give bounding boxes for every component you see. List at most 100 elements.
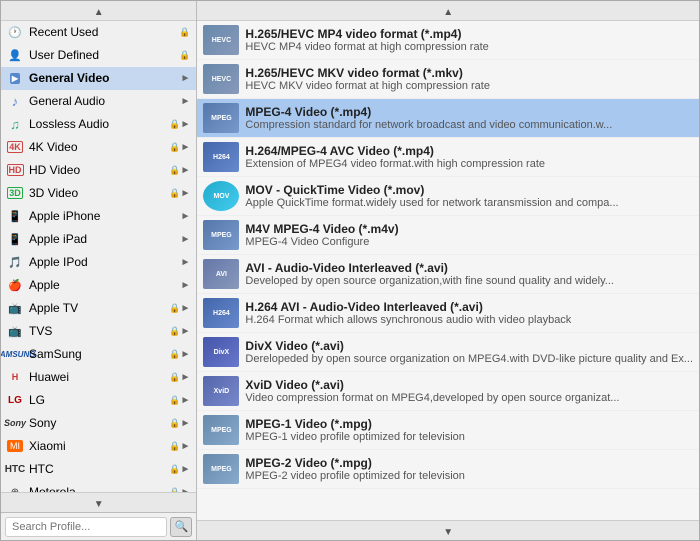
sidebar-item-sony[interactable]: SonySony🔒► — [1, 412, 196, 435]
sidebar-item-apple-ipod[interactable]: 🎵Apple IPod► — [1, 251, 196, 274]
sidebar-item-label: Huawei — [29, 370, 167, 384]
sidebar-item-apple[interactable]: 🍎Apple► — [1, 274, 196, 297]
left-scroll-down[interactable] — [1, 492, 196, 512]
sidebar-item-label: Apple — [29, 278, 181, 292]
format-desc: MPEG-1 video profile optimized for telev… — [245, 431, 693, 443]
sidebar-item-label: User Defined — [29, 48, 177, 62]
arrow-right-icon: ► — [181, 119, 191, 130]
format-desc: Video compression format on MPEG4,develo… — [245, 392, 693, 404]
list-item[interactable]: MPEGMPEG-4 Video (*.mp4)Compression stan… — [197, 99, 699, 138]
lock-icon: 🔒 — [169, 395, 180, 406]
search-bar: 🔍 — [1, 512, 196, 540]
left-list: 🕐Recent Used🔒👤User Defined🔒▶General Vide… — [1, 21, 196, 492]
sidebar-item-lossless-audio[interactable]: ♫Lossless Audio🔒► — [1, 113, 196, 136]
list-item[interactable]: MPEGMPEG-2 Video (*.mpg)MPEG-2 video pro… — [197, 450, 699, 489]
huawei-icon: H — [5, 369, 25, 385]
lock-icon: 🔒 — [169, 303, 180, 314]
sidebar-item-apple-tv[interactable]: 📺Apple TV🔒► — [1, 297, 196, 320]
list-item[interactable]: MPEGMPEG-1 Video (*.mpg)MPEG-1 video pro… — [197, 411, 699, 450]
sidebar-item-label: Apple IPod — [29, 255, 181, 269]
lock-icon: 🔒 — [169, 119, 180, 130]
lock-icon: 🔒 — [169, 349, 180, 360]
format-icon: MOV — [203, 181, 239, 211]
format-text: MPEG-2 Video (*.mpg)MPEG-2 video profile… — [245, 456, 693, 482]
format-title: XviD Video (*.avi) — [245, 378, 693, 392]
sidebar-item-xiaomi[interactable]: MIXiaomi🔒► — [1, 435, 196, 458]
sidebar-item-htc[interactable]: HTCHTC🔒► — [1, 458, 196, 481]
sidebar-item-general-audio[interactable]: ♪General Audio► — [1, 90, 196, 113]
search-input[interactable] — [5, 517, 167, 537]
sidebar-item-3d-video[interactable]: 3D3D Video🔒► — [1, 182, 196, 205]
list-item[interactable]: HEVCH.265/HEVC MKV video format (*.mkv)H… — [197, 60, 699, 99]
format-text: MPEG-4 Video (*.mp4)Compression standard… — [245, 105, 693, 131]
format-desc: HEVC MKV video format at high compressio… — [245, 80, 693, 92]
format-text: DivX Video (*.avi)Derelopeded by open so… — [245, 339, 693, 365]
sidebar-item-user-defined[interactable]: 👤User Defined🔒 — [1, 44, 196, 67]
format-desc: H.264 Format which allows synchronous au… — [245, 314, 693, 326]
sidebar-item-samsung[interactable]: SAMSUNGSamSung🔒► — [1, 343, 196, 366]
format-desc: Compression standard for network broadca… — [245, 119, 693, 131]
arrow-right-icon: ► — [181, 349, 191, 360]
list-item[interactable]: MOVMOV - QuickTime Video (*.mov)Apple Qu… — [197, 177, 699, 216]
format-text: MOV - QuickTime Video (*.mov)Apple Quick… — [245, 183, 693, 209]
format-text: AVI - Audio-Video Interleaved (*.avi)Dev… — [245, 261, 693, 287]
right-scroll-down[interactable] — [197, 520, 699, 540]
sidebar-item-lg[interactable]: LGLG🔒► — [1, 389, 196, 412]
list-item[interactable]: XviD XviD Video (*.avi)Video compression … — [197, 372, 699, 411]
list-item[interactable]: HEVCH.265/HEVC MP4 video format (*.mp4)H… — [197, 21, 699, 60]
audio-icon: ♪ — [5, 93, 25, 109]
sidebar-item-label: Apple iPhone — [29, 209, 181, 223]
format-text: H.264/MPEG-4 AVC Video (*.mp4)Extension … — [245, 144, 693, 170]
sidebar-item-huawei[interactable]: HHuawei🔒► — [1, 366, 196, 389]
right-scroll-up[interactable] — [197, 1, 699, 21]
format-desc: HEVC MP4 video format at high compressio… — [245, 41, 693, 53]
arrow-right-icon: ► — [181, 418, 191, 429]
sidebar-item-label: HTC — [29, 462, 167, 476]
right-chevron-up-icon — [443, 4, 453, 18]
chevron-down-icon — [94, 496, 104, 510]
list-item[interactable]: AVIAVI - Audio-Video Interleaved (*.avi)… — [197, 255, 699, 294]
arrow-right-icon: ► — [181, 441, 191, 452]
sidebar-item-general-video[interactable]: ▶General Video► — [1, 67, 196, 90]
phone-icon: 📱 — [5, 208, 25, 224]
format-title: MPEG-4 Video (*.mp4) — [245, 105, 693, 119]
sidebar-item-recent-used[interactable]: 🕐Recent Used🔒 — [1, 21, 196, 44]
format-icon: MPEG — [203, 220, 239, 250]
sidebar-item-apple-iphone[interactable]: 📱Apple iPhone► — [1, 205, 196, 228]
format-icon: H264 — [203, 142, 239, 172]
list-item[interactable]: MPEGM4V MPEG-4 Video (*.m4v)MPEG-4 Video… — [197, 216, 699, 255]
arrow-right-icon: ► — [181, 464, 191, 475]
lock-icon: 🔒 — [169, 188, 180, 199]
arrow-right-icon: ► — [181, 234, 191, 245]
left-scroll-up[interactable] — [1, 1, 196, 21]
sidebar-item-tvs[interactable]: 📺TVS🔒► — [1, 320, 196, 343]
sidebar-item-label: Xiaomi — [29, 439, 167, 453]
arrow-right-icon: ► — [181, 303, 191, 314]
sidebar-item-label: 4K Video — [29, 140, 167, 154]
sidebar-item-hd-video[interactable]: HDHD Video🔒► — [1, 159, 196, 182]
format-icon: XviD — [203, 376, 239, 406]
sidebar-item-apple-ipad[interactable]: 📱Apple iPad► — [1, 228, 196, 251]
user-icon: 👤 — [5, 47, 25, 63]
clock-icon: 🕐 — [5, 24, 25, 40]
format-icon: DivX — [203, 337, 239, 367]
list-item[interactable]: H264H.264 AVI - Audio-Video Interleaved … — [197, 294, 699, 333]
search-button[interactable]: 🔍 — [170, 517, 192, 537]
video-icon: ▶ — [5, 70, 25, 86]
list-item[interactable]: H264H.264/MPEG-4 AVC Video (*.mp4)Extens… — [197, 138, 699, 177]
list-item[interactable]: DivXDivX Video (*.avi)Derelopeded by ope… — [197, 333, 699, 372]
format-title: H.264 AVI - Audio-Video Interleaved (*.a… — [245, 300, 693, 314]
sidebar-item-label: Lossless Audio — [29, 117, 167, 131]
chevron-up-icon — [94, 4, 104, 18]
apple-icon: 🍎 — [5, 277, 25, 293]
sidebar-item-4k-video[interactable]: 4K4K Video🔒► — [1, 136, 196, 159]
lock-icon: 🔒 — [179, 27, 190, 38]
sidebar-item-motorola[interactable]: ⊕Motorola🔒► — [1, 481, 196, 492]
htc-icon: HTC — [5, 461, 25, 477]
sidebar-item-label: General Audio — [29, 94, 181, 108]
xiaomi-icon: MI — [5, 438, 25, 454]
lock-icon: 🔒 — [169, 372, 180, 383]
lock-icon: 🔒 — [169, 418, 180, 429]
format-title: H.265/HEVC MP4 video format (*.mp4) — [245, 27, 693, 41]
format-icon: HEVC — [203, 64, 239, 94]
